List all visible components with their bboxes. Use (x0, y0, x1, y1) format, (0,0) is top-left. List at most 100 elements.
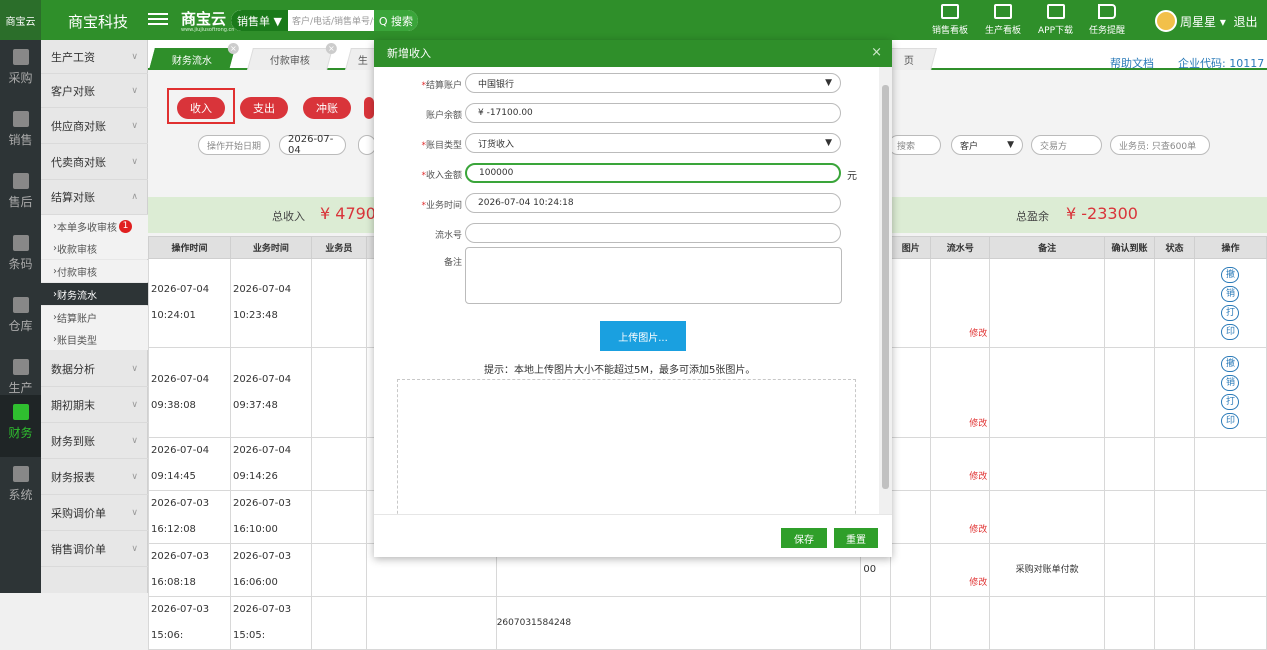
nav-barcode[interactable]: 条码 (0, 226, 41, 288)
revoke-button-2[interactable]: 销 (1221, 375, 1240, 391)
edit-link[interactable]: 修改 (969, 525, 987, 535)
close-icon[interactable]: × (325, 43, 337, 54)
save-button[interactable]: 保存 (781, 528, 827, 548)
flag-icon[interactable]: 任务提醒 (1089, 4, 1125, 36)
type-select[interactable]: 订货收入 ▼ (465, 133, 841, 153)
revoke-button-2[interactable]: 销 (1221, 285, 1240, 302)
nav-finance[interactable]: 财务 (0, 395, 41, 457)
sidebar-item-production-wage[interactable]: 生产工资 ∨ (41, 40, 148, 74)
amount-input[interactable]: 100000 (465, 163, 841, 183)
dialog-body: *结算账户 中国银行 ▼ 账户余额 ¥ -17100.00 *账目类型 订货收入 ▼… (374, 67, 879, 514)
serial-input[interactable] (465, 223, 841, 243)
time-input[interactable]: 2026-07-04 10:24:18 (465, 193, 841, 213)
logout-link[interactable]: 退出 (1233, 13, 1257, 30)
sidebar-sub-account-type[interactable]: › 账目类型 (41, 328, 148, 350)
expense-button[interactable]: 支出 (240, 97, 288, 119)
sidebar-sub-finance-flow[interactable]: › 财务流水 (41, 283, 148, 305)
print-button[interactable]: 打 (1221, 304, 1240, 321)
amount-label: *收入金额 (421, 171, 462, 181)
date-input[interactable]: 2026-07-04 (279, 134, 346, 156)
dialog-scrollbar[interactable] (879, 67, 892, 514)
chevron-down-icon: ∨ (131, 51, 138, 62)
sidebar-item-purchase-price[interactable]: 采购调价单 ∨ (41, 495, 148, 531)
nav-sales[interactable]: 销售 (0, 102, 41, 164)
total-profit-label: 总盈余 (1016, 210, 1049, 223)
scroll-thumb[interactable] (882, 85, 889, 489)
start-date-input[interactable]: 操作开始日期 (198, 135, 270, 155)
print-button-2[interactable]: 印 (1221, 323, 1240, 340)
sidebar-item-settlement-recon[interactable]: 结算对账 ∧ (41, 180, 148, 215)
close-icon[interactable]: × (871, 45, 882, 60)
help-doc-link[interactable]: 帮助文档 (1110, 55, 1154, 71)
sidebar-sub-payment-review[interactable]: › 付款审核 (41, 260, 148, 282)
col-ops[interactable]: 操作 (1193, 236, 1267, 259)
logo[interactable]: 商宝云 (0, 0, 41, 40)
nav-purchase[interactable]: 采购 (0, 40, 41, 102)
sidebar-item-supplier-recon[interactable]: 供应商对账 ∨ (41, 108, 148, 144)
revoke-button[interactable]: 撤 (1221, 266, 1240, 283)
search-filter[interactable]: 搜索 (888, 135, 941, 155)
more-button[interactable] (364, 97, 374, 119)
account-select[interactable]: 中国银行 ▼ (465, 73, 841, 93)
col-image[interactable]: 图片 (890, 236, 932, 259)
tab-payment-review[interactable]: 付款审核 × (247, 43, 337, 70)
nav-aftersales[interactable]: 售后 (0, 164, 41, 226)
sidebar-sub-settle-account[interactable]: › 结算账户 (41, 306, 148, 328)
offset-button[interactable]: 冲账 (303, 97, 351, 119)
print-button-2[interactable]: 印 (1221, 413, 1240, 429)
note-textarea[interactable] (465, 247, 842, 304)
op-time-cell: 2026-07-04 09:14:45 (148, 437, 231, 491)
print-button[interactable]: 打 (1221, 394, 1240, 410)
search-input[interactable]: 客户/电话/销售单号/订单号 (288, 14, 374, 27)
col-salesman[interactable]: 业务员 (310, 236, 367, 259)
tab-finance-flow[interactable]: 财务流水 × (149, 43, 239, 70)
menu-toggle-icon[interactable] (148, 10, 168, 28)
sidebar-sub-receipt-review[interactable]: › 收款审核 (41, 237, 148, 259)
qr-code-icon[interactable]: APP下载 (1038, 4, 1073, 36)
serial-cell: 2607031584248 (495, 596, 862, 650)
revoke-button[interactable]: 撤 (1221, 356, 1240, 372)
production-board-icon[interactable]: 生产看板 (985, 4, 1021, 36)
sidebar-item-customer-recon[interactable]: 客户对账 ∨ (41, 74, 148, 108)
biz-time-cell: 2026-07-03 16:10:00 (229, 490, 312, 544)
reset-button[interactable]: 重置 (834, 528, 878, 548)
edit-link[interactable]: 修改 (969, 419, 987, 429)
chevron-down-icon: ∨ (131, 543, 138, 554)
dialog-title: 新增收入 (374, 40, 892, 67)
col-serial[interactable]: 流水号 (930, 236, 991, 259)
search-button[interactable]: Q 搜索 (373, 10, 418, 31)
nav-warehouse[interactable]: 仓库 (0, 288, 41, 350)
col-status[interactable]: 状态 (1154, 236, 1195, 259)
edit-link[interactable]: 修改 (969, 578, 987, 588)
sidebar-item-period[interactable]: 期初期末 ∨ (41, 387, 148, 423)
sidebar-item-data-analysis[interactable]: 数据分析 ∨ (41, 351, 148, 387)
col-biz-time[interactable]: 业务时间 (229, 236, 312, 259)
trader-filter[interactable]: 交易方 (1031, 135, 1102, 155)
sidebar-item-arrival[interactable]: 财务到账 ∨ (41, 423, 148, 459)
sidebar: 生产工资 ∨ 客户对账 ∨ 供应商对账 ∨ 代卖商对账 ∨ 结算对账 ∧ › 本单多收审核… (41, 40, 148, 593)
sidebar-item-reports[interactable]: 财务报表 ∨ (41, 459, 148, 495)
sidebar-sub-overpay-review[interactable]: › 本单多收审核 1 (41, 215, 148, 237)
edit-link[interactable]: 修改 (969, 329, 987, 339)
customer-select[interactable]: 客户 ▼ (951, 135, 1023, 155)
sales-board-icon[interactable]: 销售看板 (932, 4, 968, 36)
sidebar-item-consign-recon[interactable]: 代卖商对账 ∨ (41, 144, 148, 180)
chevron-down-icon: ∨ (131, 156, 138, 167)
chevron-down-icon: ∨ (131, 399, 138, 410)
note-label: 备注 (443, 258, 462, 268)
col-note[interactable]: 备注 (989, 236, 1106, 259)
col-op-time[interactable]: 操作时间 (148, 236, 231, 259)
search-scope-select[interactable]: 销售单 ▼ (231, 10, 288, 31)
salesman-filter[interactable]: 业务员: 只查600单 (1110, 135, 1210, 155)
col-confirm[interactable]: 确认到账 (1104, 236, 1156, 259)
user-menu[interactable]: 周星星 ▾ 退出 (1155, 10, 1258, 32)
sidebar-item-sales-price[interactable]: 销售调价单 ∨ (41, 531, 148, 567)
close-icon[interactable]: × (227, 43, 239, 54)
image-dropzone[interactable] (397, 379, 856, 514)
edit-link[interactable]: 修改 (969, 472, 987, 482)
biz-time-cell: 2026-07-04 10:23:48 (229, 258, 312, 348)
nav-system[interactable]: 系统 (0, 457, 41, 519)
table-row[interactable]: 2026-07-03 15:06: 2026-07-03 15:05: 2607… (148, 596, 1267, 650)
upload-image-button[interactable]: 上传图片... (600, 321, 686, 351)
biz-time-cell: 2026-07-03 15:05: (229, 596, 312, 650)
